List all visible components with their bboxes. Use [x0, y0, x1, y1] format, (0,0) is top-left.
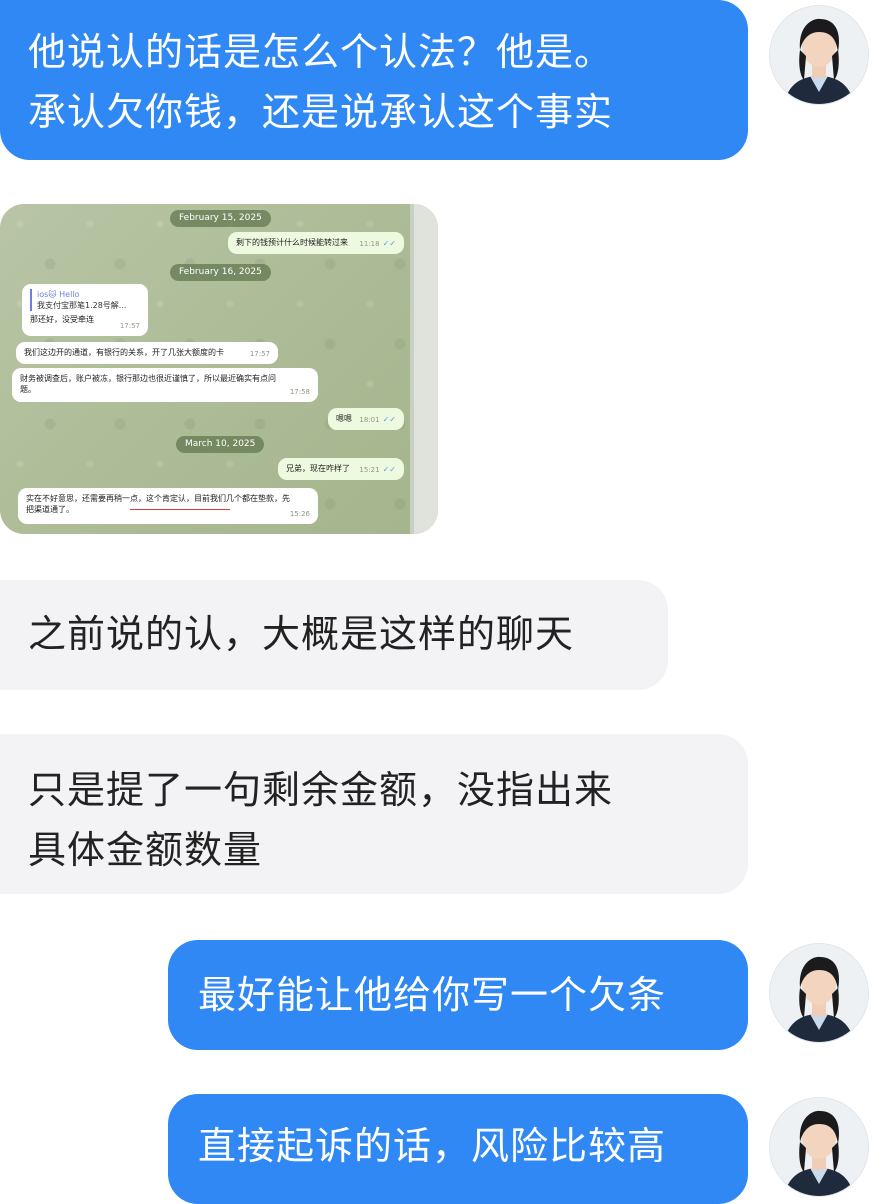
chat-message-text: 我们这边开的通道，有银行的关系，开了几张大额度的卡 [24, 348, 224, 357]
chat-message-text: 嗯嗯 [336, 414, 352, 423]
message-text: 最好能让他给你写一个欠条 [198, 973, 667, 1017]
chat-message: 实在不好意思，还需要再稍一点，这个肯定认，目前我们几个都在垫款，先 把渠道通了。… [18, 488, 318, 524]
double-check-icon: ✓✓ [382, 465, 396, 474]
message-text: 直接起诉的话，风险比较高 [198, 1124, 667, 1168]
chat-time: 15:21 ✓✓ [359, 465, 396, 474]
chat-time: 15:26 [289, 510, 310, 518]
chat-message-text: 剩下的钱预计什么时候能转过来 [236, 238, 348, 247]
lawyer-avatar-icon [770, 944, 868, 1042]
avatar[interactable] [770, 944, 868, 1042]
chat-message: 兄弟，现在咋样了 15:21 ✓✓ [278, 458, 404, 480]
chat-message-text: 财务被调查后，账户被冻，银行那边也很近谨慎了，所以最近确实有点问 [20, 374, 276, 383]
message-text: 具体金额数量 [28, 828, 263, 872]
date-pill: March 10, 2025 [176, 436, 265, 453]
avatar[interactable] [770, 6, 868, 104]
message-text: 只是提了一句剩余金额，没指出来 [28, 768, 614, 812]
chat-time: 17:57 [119, 322, 140, 330]
double-check-icon: ✓✓ [382, 415, 396, 424]
date-pill: February 16, 2025 [170, 264, 271, 281]
message-bubble-outgoing[interactable]: 直接起诉的话，风险比较高 [168, 1094, 748, 1204]
message-text: 他说认的话是怎么个认法？他是。 [28, 30, 614, 74]
chat-time: 17:58 [289, 388, 310, 396]
chat-message-text: 兄弟，现在咋样了 [286, 464, 350, 473]
chat-message: ios🐱 Hello 我支付宝那笔1.28号解... 那还好，没受牵连 17:5… [22, 284, 148, 336]
quote-text: 我支付宝那笔1.28号解... [37, 301, 127, 310]
message-bubble-incoming[interactable]: 之前说的认，大概是这样的聊天 [0, 580, 668, 690]
reply-quote: ios🐱 Hello 我支付宝那笔1.28号解... [30, 289, 140, 311]
lawyer-avatar-icon [770, 6, 868, 104]
chat-time: 17:57 [249, 350, 270, 358]
chat-message-text: 实在不好意思，还需要再稍一点，这个肯定认，目前我们几个都在垫款，先 [26, 494, 290, 503]
chat-time: 11:18 ✓✓ [359, 239, 396, 248]
message-text: 之前说的认，大概是这样的聊天 [28, 612, 575, 656]
quote-author: ios🐱 Hello [37, 290, 80, 299]
double-check-icon: ✓✓ [382, 239, 396, 248]
chat-message: 我们这边开的通道，有银行的关系，开了几张大额度的卡 17:57 [16, 342, 278, 364]
date-pill: February 15, 2025 [170, 210, 271, 227]
message-text: 承认欠你钱，还是说承认这个事实 [28, 90, 614, 134]
chat-message: 剩下的钱预计什么时候能转过来 11:18 ✓✓ [228, 232, 404, 254]
chat-time: 18:01 ✓✓ [359, 415, 396, 424]
message-bubble-outgoing[interactable]: 最好能让他给你写一个欠条 [168, 940, 748, 1050]
chat-message: 财务被调查后，账户被冻，银行那边也很近谨慎了，所以最近确实有点问 题。 17:5… [12, 368, 318, 402]
message-bubble-outgoing[interactable]: 他说认的话是怎么个认法？他是。 承认欠你钱，还是说承认这个事实 [0, 0, 748, 160]
avatar[interactable] [770, 1098, 868, 1196]
message-bubble-incoming[interactable]: 只是提了一句剩余金额，没指出来 具体金额数量 [0, 734, 748, 894]
red-underline [130, 509, 230, 510]
chat-message-text: 题。 [20, 385, 36, 394]
lawyer-avatar-icon [770, 1098, 868, 1196]
chat-message: 嗯嗯 18:01 ✓✓ [328, 408, 404, 430]
chat-screenshot-image[interactable]: February 15, 2025 剩下的钱预计什么时候能转过来 11:18 ✓✓… [0, 204, 438, 534]
screen-edge [414, 204, 438, 534]
